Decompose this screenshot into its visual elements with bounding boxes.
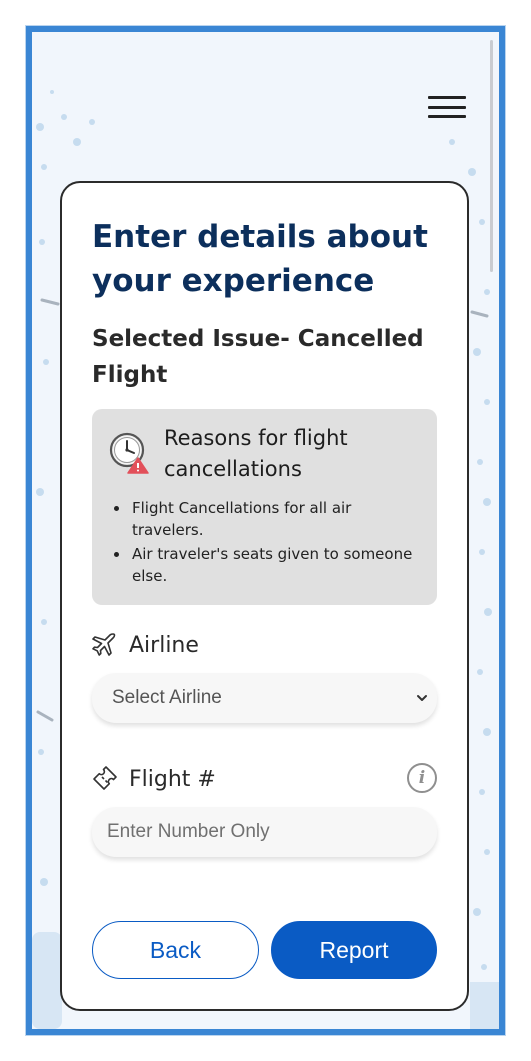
list-item: Flight Cancellations for all air travele… (130, 497, 420, 541)
reasons-list: Flight Cancellations for all air travele… (130, 497, 420, 589)
info-box-heading: Reasons for flight cancellations (164, 426, 348, 481)
report-button[interactable]: Report (271, 921, 437, 979)
selected-issue-title: Selected Issue- Cancelled Flight (92, 326, 424, 388)
back-button[interactable]: Back (92, 921, 259, 979)
info-icon[interactable]: i (407, 763, 437, 793)
flight-number-input[interactable] (92, 807, 437, 857)
airplane-icon (92, 633, 116, 656)
airline-select[interactable]: Select Airline (92, 673, 437, 723)
chevron-down-icon (417, 695, 427, 701)
airline-label: Airline (129, 633, 199, 658)
scrollbar[interactable] (490, 40, 493, 272)
details-card: Enter details about your experience Sele… (60, 181, 469, 1011)
page-title: Enter details about your experience (92, 219, 428, 299)
airline-select-value: Select Airline (112, 687, 222, 708)
ticket-icon (93, 766, 117, 790)
flight-number-label: Flight # (129, 767, 216, 792)
clock-warning-icon (109, 432, 149, 474)
airline-label-row: Airline (92, 631, 437, 661)
flight-label-row: Flight # i (92, 763, 437, 795)
cancellation-reasons-box: Reasons for flight cancellations Flight … (92, 409, 437, 605)
hamburger-menu-icon[interactable] (424, 90, 470, 124)
app-frame: Enter details about your experience Sele… (26, 26, 505, 1035)
list-item: Air traveler's seats given to someone el… (130, 543, 420, 587)
